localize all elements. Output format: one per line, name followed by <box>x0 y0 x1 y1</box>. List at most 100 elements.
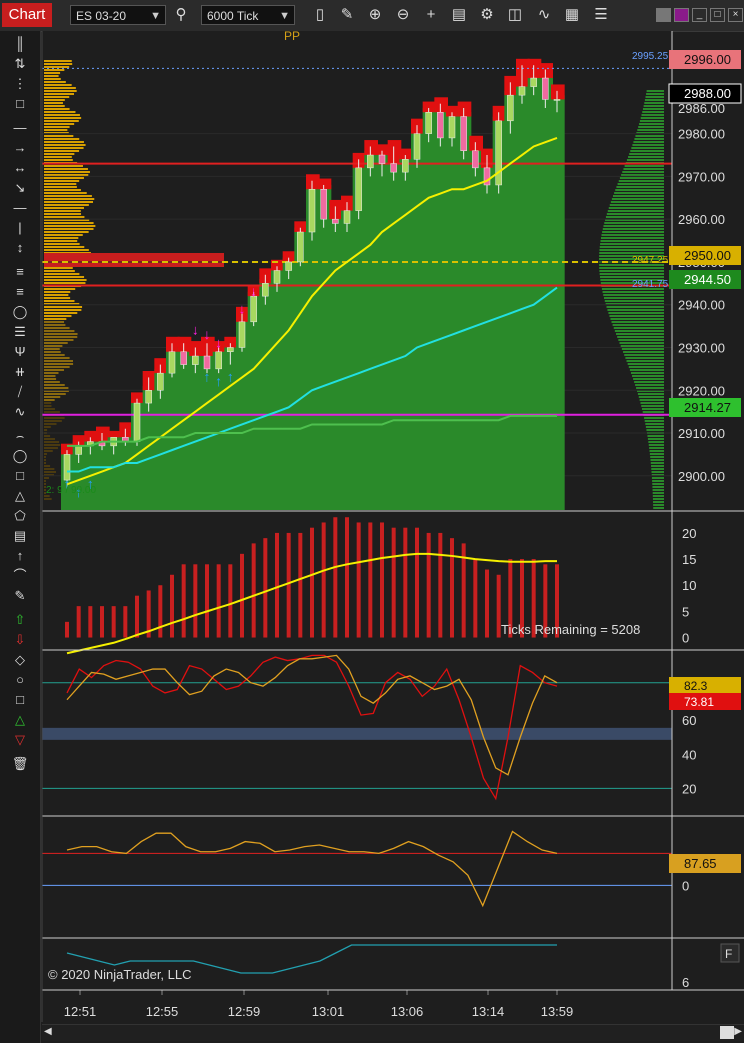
profile-bar <box>44 222 94 224</box>
scroll-thumb[interactable] <box>720 1026 734 1039</box>
right-profile-bar <box>647 435 664 437</box>
profile-bar <box>44 423 57 425</box>
profile-bar <box>44 243 80 245</box>
flow-column-top <box>224 336 238 348</box>
right-profile-bar <box>633 141 664 143</box>
profile-bar <box>44 369 64 371</box>
flow-column-top <box>119 422 133 438</box>
profile-bar <box>44 150 80 152</box>
right-profile-bar <box>608 207 664 209</box>
profile-bar <box>44 294 69 296</box>
time-tick-label: 13:06 <box>391 1004 424 1019</box>
volume-bar <box>135 595 139 638</box>
volume-tick-label: 0 <box>682 631 689 646</box>
flow-column <box>457 112 472 511</box>
candle-body <box>507 94 514 122</box>
profile-bar <box>44 207 84 209</box>
flow-column-top <box>72 435 87 446</box>
right-profile-bar <box>629 369 664 371</box>
flow-column <box>434 107 448 510</box>
right-profile-bar <box>623 351 664 353</box>
flow-column-top <box>364 140 378 156</box>
candle-body <box>250 295 257 323</box>
right-profile-bar <box>602 291 664 293</box>
profile-bar <box>44 141 84 143</box>
volume-bar <box>205 564 209 638</box>
volume-bar <box>100 606 104 638</box>
profile-bar <box>44 498 52 500</box>
right-profile-bar <box>616 333 664 335</box>
profile-bar <box>44 195 92 197</box>
ticks-remaining: Ticks Remaining = 5208 <box>501 622 640 637</box>
profile-bar <box>44 354 65 356</box>
price-tag-yellow-text: 2950.00 <box>684 248 731 263</box>
price-tick-label: 2900.00 <box>678 469 725 484</box>
scroll-left-icon[interactable]: ◀ <box>44 1026 52 1037</box>
time-tick-label: 13:01 <box>312 1004 345 1019</box>
profile-bar <box>44 96 70 98</box>
right-profile-bar <box>640 117 664 119</box>
candle-body <box>437 112 444 139</box>
right-profile-bar <box>604 222 664 224</box>
candle-body <box>448 116 456 139</box>
right-profile-bar <box>653 501 664 503</box>
scroll-right-icon[interactable]: ▶ <box>734 1026 742 1037</box>
profile-bar <box>44 462 46 464</box>
profile-bar <box>44 306 83 308</box>
profile-bar <box>44 459 46 461</box>
price-tag-last-text: 2988.00 <box>684 86 731 101</box>
right-profile-bar <box>636 387 664 389</box>
flow-column <box>399 155 413 510</box>
flow-column-top <box>516 58 530 87</box>
right-profile-bar <box>627 363 664 365</box>
volume-bar <box>298 532 303 638</box>
profile-bar <box>44 429 48 431</box>
profile-bar <box>44 120 79 122</box>
pp-label: PP <box>284 29 300 43</box>
right-profile-bar <box>638 126 664 128</box>
right-profile-bar <box>617 336 664 338</box>
flow-column <box>411 129 425 510</box>
candle-body <box>203 355 211 370</box>
volume-bar <box>403 527 408 638</box>
profile-bar <box>44 180 80 182</box>
right-profile-bar <box>652 495 664 497</box>
right-profile-bar <box>609 204 664 206</box>
flow-column-top <box>282 251 297 262</box>
profile-bar <box>44 279 87 281</box>
volume-bar <box>193 564 198 638</box>
profile-bar <box>44 117 82 119</box>
right-profile-bar <box>641 405 664 407</box>
profile-bar <box>44 126 70 128</box>
profile-bar <box>44 75 59 77</box>
right-profile-bar <box>612 324 664 326</box>
profile-bar <box>44 408 55 410</box>
candle-body <box>378 154 386 164</box>
candle-body <box>273 270 281 284</box>
horizontal-scrollbar[interactable]: ◀ ▶ <box>42 1024 744 1041</box>
right-profile-bar <box>601 234 664 236</box>
flow-column-top <box>341 195 355 211</box>
right-profile-bar <box>640 402 664 404</box>
right-profile-bar <box>604 300 664 302</box>
profile-bar <box>44 192 87 194</box>
candle-body <box>402 159 409 173</box>
chart-canvas[interactable]: ↑↑↑↑ ↑ ↑↓ ↓↓↓↓ 2900.002910.002920.002930.00… <box>0 0 744 1043</box>
flow-column <box>282 257 297 510</box>
right-profile-bar <box>653 504 664 506</box>
volume-bar <box>310 527 314 638</box>
profile-bar <box>44 99 65 101</box>
flow-column-top <box>166 336 180 352</box>
profile-bar <box>44 270 75 272</box>
flow-column-top <box>294 221 308 233</box>
right-profile-bar <box>611 198 664 200</box>
profile-bar <box>44 138 80 140</box>
flow-column <box>527 73 542 511</box>
volume-bar <box>123 606 128 638</box>
price-tick-label: 2930.00 <box>678 340 725 355</box>
osc1-tick-label: 60 <box>682 713 696 728</box>
right-profile-bar <box>641 114 664 116</box>
flow-column-top <box>329 199 343 220</box>
profile-bar <box>44 480 46 482</box>
right-profile-bar <box>617 183 664 185</box>
